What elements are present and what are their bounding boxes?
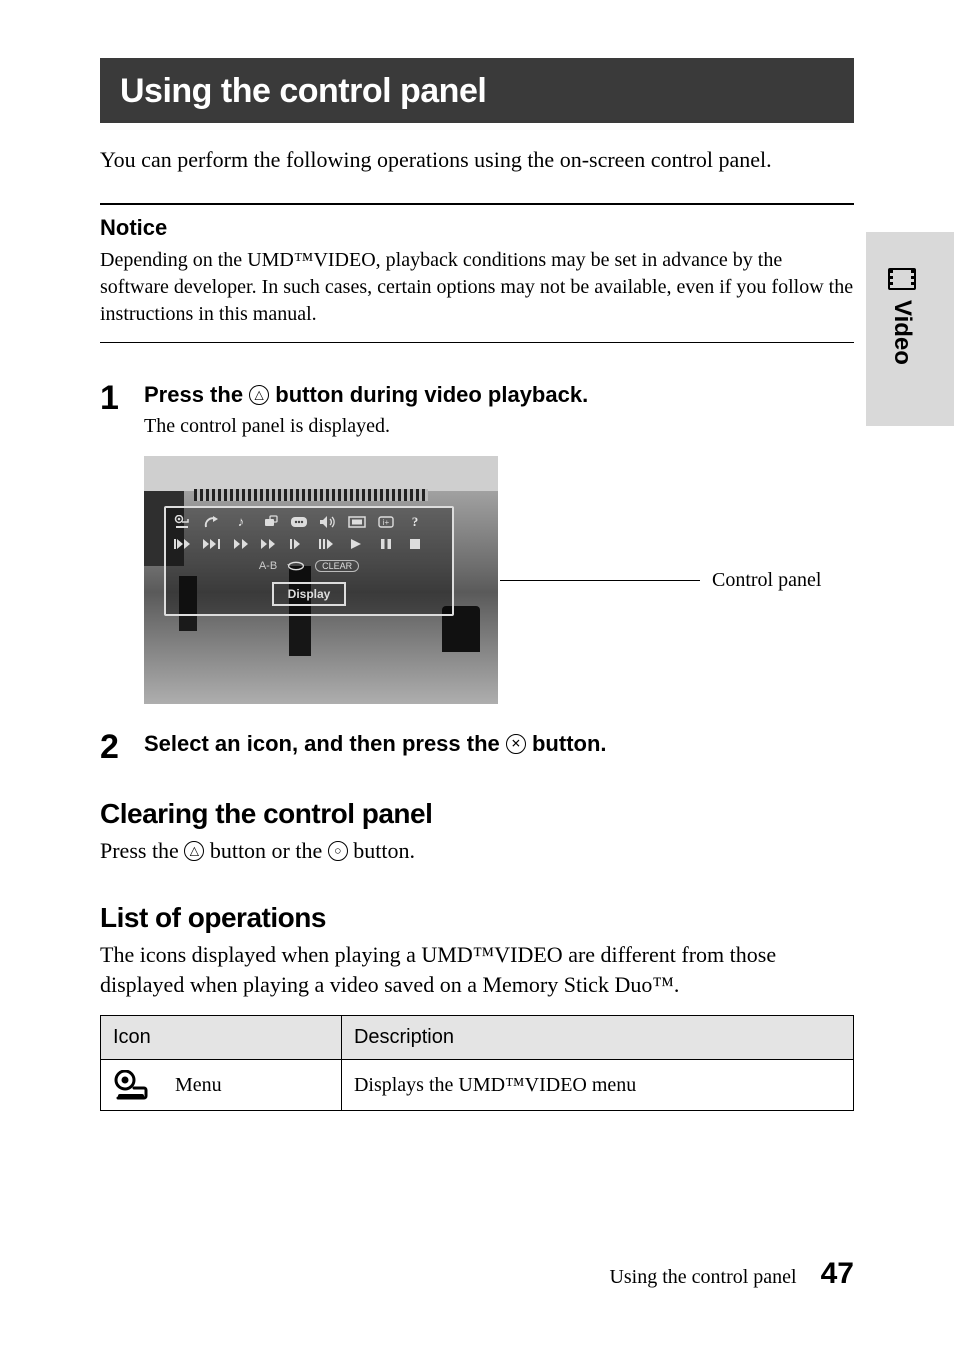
angle-icon — [261, 514, 279, 530]
film-icon — [888, 268, 916, 290]
circle-button-icon: ○ — [328, 841, 348, 861]
step-2-post: button. — [526, 731, 607, 756]
menu-icon — [174, 514, 192, 530]
notice-heading: Notice — [100, 215, 854, 241]
callout-label: Control panel — [712, 569, 821, 592]
th-description: Description — [341, 1016, 853, 1060]
notice-rule-top — [100, 203, 854, 205]
clear-button-label: CLEAR — [315, 560, 359, 572]
step-1-heading: Press the △ button during video playback… — [144, 381, 854, 410]
triangle-button-icon: △ — [184, 841, 204, 861]
notice-body: Depending on the UMD™VIDEO, playback con… — [100, 247, 854, 328]
clearing-post: button. — [348, 838, 415, 863]
next-icon — [203, 536, 221, 552]
footer-title: Using the control panel — [609, 1266, 796, 1289]
step-2-number: 2 — [100, 730, 126, 764]
side-tab-label: Video — [888, 268, 916, 365]
fast-forward-icon — [261, 536, 279, 552]
clearing-mid: button or the — [204, 838, 327, 863]
repeat-icon — [287, 558, 305, 574]
step-1-number: 1 — [100, 381, 126, 415]
th-icon: Icon — [101, 1016, 342, 1060]
clearing-heading: Clearing the control panel — [100, 798, 854, 830]
step-1: 1 Press the △ button during video playba… — [100, 381, 854, 705]
rewind-icon — [232, 536, 250, 552]
step-2-heading: Select an icon, and then press the ✕ but… — [144, 730, 854, 759]
step-1-sub: The control panel is displayed. — [144, 415, 854, 438]
page-footer: Using the control panel 47 — [100, 1257, 854, 1291]
intro-paragraph: You can perform the following operations… — [100, 145, 854, 175]
page-title: Using the control panel — [100, 58, 854, 123]
table-row: Menu Displays the UMD™VIDEO menu — [101, 1060, 854, 1111]
side-tab-text: Video — [888, 300, 916, 365]
cross-button-icon: ✕ — [506, 734, 526, 754]
row1-desc: Displays the UMD™VIDEO menu — [341, 1060, 853, 1111]
operations-table: Icon Description Menu Displa — [100, 1015, 854, 1111]
operations-heading: List of operations — [100, 902, 854, 934]
callout-line — [500, 580, 700, 581]
slow-back-icon — [290, 536, 308, 552]
notice-rule-bottom — [100, 342, 854, 343]
control-panel-overlay: ♪ — [164, 506, 454, 616]
table-header-row: Icon Description — [101, 1016, 854, 1060]
help-icon: ? — [406, 514, 424, 530]
menu-umd-icon — [113, 1070, 149, 1100]
info-icon: i+ — [377, 514, 395, 530]
audio-icon: ♪ — [232, 514, 250, 530]
clearing-body: Press the △ button or the ○ button. — [100, 836, 854, 866]
slow-forward-icon — [319, 536, 337, 552]
step-1-post: button during video playback. — [269, 382, 588, 407]
prev-icon — [174, 536, 192, 552]
step-2: 2 Select an icon, and then press the ✕ b… — [100, 730, 854, 764]
operations-intro: The icons displayed when playing a UMD™V… — [100, 940, 854, 999]
screen-icon — [348, 514, 366, 530]
stop-icon — [406, 536, 424, 552]
display-button-label: Display — [272, 582, 347, 606]
footer-page-number: 47 — [821, 1257, 854, 1291]
clearing-pre: Press the — [100, 838, 184, 863]
goto-icon — [203, 514, 221, 530]
ab-repeat-label: A-B — [259, 560, 277, 572]
row1-label: Menu — [175, 1074, 222, 1097]
subtitle-icon — [290, 514, 308, 530]
control-panel-screenshot: ♪ — [144, 456, 498, 704]
play-icon — [348, 536, 366, 552]
triangle-button-icon: △ — [249, 385, 269, 405]
volume-icon — [319, 514, 337, 530]
svg-text:i+: i+ — [383, 518, 390, 527]
pause-icon — [377, 536, 395, 552]
step-2-pre: Select an icon, and then press the — [144, 731, 506, 756]
step-1-pre: Press the — [144, 382, 249, 407]
